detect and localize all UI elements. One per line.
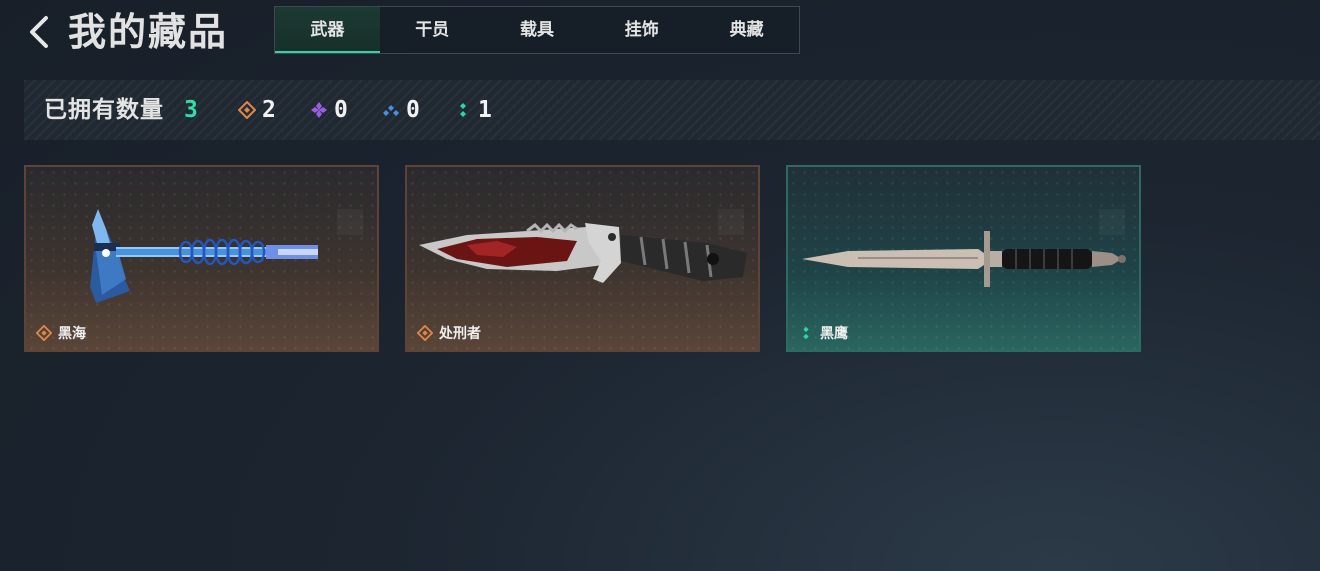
item-name: 处刑者 <box>439 326 481 342</box>
tab-charms[interactable]: 挂饰 <box>589 7 694 53</box>
orange-diamond-icon <box>36 325 52 341</box>
chevron-left-icon <box>30 16 48 48</box>
page-title: 我的藏品 <box>68 10 229 54</box>
orange-diamond-icon <box>417 325 433 341</box>
rarity-count-blue: 0 <box>382 80 420 140</box>
tab-collection[interactable]: 典藏 <box>694 7 799 53</box>
collection-item-card[interactable]: 处刑者 <box>405 165 760 352</box>
tab-weapons[interactable]: 武器 <box>275 7 380 53</box>
tab-vehicles[interactable]: 载具 <box>485 7 590 53</box>
collection-item-card[interactable]: 黑海 <box>24 165 379 352</box>
item-name: 黑鹰 <box>820 326 848 342</box>
rarity-count-orange: 2 <box>238 80 276 140</box>
item-name-row: 黑鹰 <box>798 323 848 343</box>
item-name-row: 处刑者 <box>417 323 481 343</box>
tomahawk-icon <box>90 209 318 303</box>
rarity-count-purple: 0 <box>310 80 348 140</box>
category-tabs: 武器 干员 载具 挂饰 典藏 <box>274 6 800 54</box>
back-button[interactable] <box>22 12 62 52</box>
orange-diamond-icon <box>238 101 256 119</box>
rarity-count-green: 1 <box>454 80 492 140</box>
blue-diamond-icon <box>383 105 399 116</box>
collection-item-card[interactable]: 黑鹰 <box>786 165 1141 352</box>
purple-diamond-icon <box>311 102 327 118</box>
rarity-count-value: 1 <box>478 97 492 123</box>
combat-knife-icon <box>419 222 747 283</box>
owned-count: 3 <box>184 97 198 123</box>
item-name: 黑海 <box>58 326 86 342</box>
top-bar: 我的藏品 武器 干员 载具 挂饰 典藏 <box>0 0 1320 64</box>
rarity-count-value: 2 <box>262 97 276 123</box>
tab-operators[interactable]: 干员 <box>380 7 485 53</box>
green-dots-icon <box>460 103 466 117</box>
collection-summary: 已拥有数量 3 2 0 0 1 <box>24 80 1320 140</box>
dagger-icon <box>802 231 1126 287</box>
owned-label: 已拥有数量 <box>44 97 164 123</box>
green-dots-icon <box>803 326 809 340</box>
item-name-row: 黑海 <box>36 323 86 343</box>
rarity-count-value: 0 <box>334 97 348 123</box>
rarity-count-value: 0 <box>406 97 420 123</box>
